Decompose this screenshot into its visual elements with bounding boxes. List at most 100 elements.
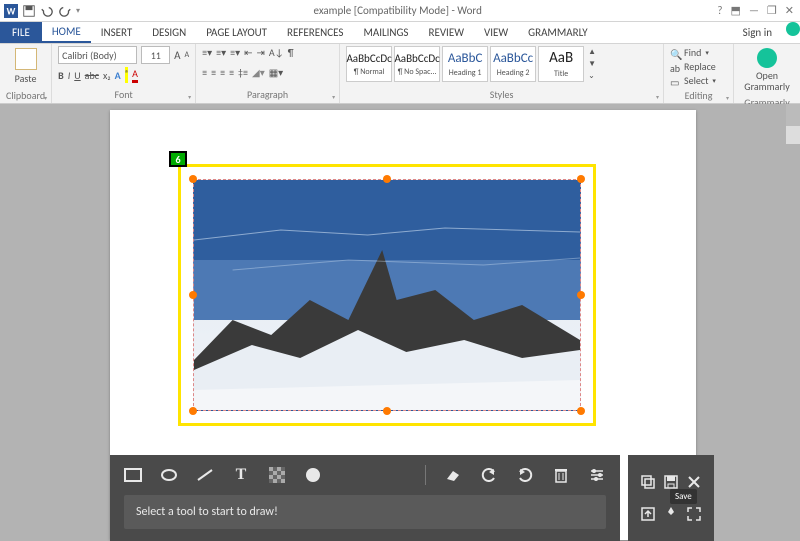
counter-icon[interactable] bbox=[304, 466, 322, 484]
sort-icon[interactable]: A↓ bbox=[269, 46, 284, 59]
save-tooltip: Save bbox=[670, 489, 697, 504]
shading-icon[interactable]: ◢▾ bbox=[252, 66, 265, 79]
ellipse-icon[interactable] bbox=[160, 466, 178, 484]
fullscreen-icon[interactable] bbox=[685, 505, 703, 523]
resize-handle-tm[interactable] bbox=[383, 175, 391, 183]
style-heading2[interactable]: AaBbCcHeading 2 bbox=[490, 46, 536, 82]
vertical-scrollbar[interactable] bbox=[786, 104, 800, 144]
line-spacing-icon[interactable]: ‡≡ bbox=[238, 66, 248, 79]
group-editing: 🔍Find▾ abReplace ▭Select▾ Editing bbox=[664, 44, 734, 103]
paragraph-group-label: Paragraph bbox=[202, 86, 333, 101]
sign-in-link[interactable]: Sign in bbox=[735, 22, 780, 43]
help-icon[interactable]: ? bbox=[717, 4, 722, 17]
selection-counter-badge: 6 bbox=[169, 151, 187, 167]
resize-handle-bm[interactable] bbox=[383, 407, 391, 415]
font-group-label: Font bbox=[58, 86, 189, 101]
resize-handle-br[interactable] bbox=[577, 407, 585, 415]
window-title: example [Compatibility Mode] - Word bbox=[84, 4, 711, 17]
minimize-icon[interactable]: — bbox=[749, 4, 759, 17]
underline-icon[interactable]: U bbox=[74, 69, 80, 82]
align-center-icon[interactable]: ≡ bbox=[211, 66, 216, 79]
borders-icon[interactable]: ▦▾ bbox=[269, 66, 283, 79]
tab-design[interactable]: DESIGN bbox=[142, 22, 196, 43]
style-no-spacing[interactable]: AaBbCcDc¶ No Spac... bbox=[394, 46, 440, 82]
font-name-select[interactable]: Calibri (Body) bbox=[58, 46, 137, 64]
font-color-icon[interactable]: A bbox=[132, 67, 138, 83]
strikethrough-icon[interactable]: abc bbox=[85, 69, 99, 82]
tab-insert[interactable]: INSERT bbox=[91, 22, 143, 43]
pin-icon[interactable] bbox=[662, 505, 680, 523]
styles-gallery[interactable]: AaBbCcDc¶ Normal AaBbCcDc¶ No Spac... Aa… bbox=[346, 46, 657, 82]
tab-page-layout[interactable]: PAGE LAYOUT bbox=[196, 22, 277, 43]
justify-icon[interactable]: ≡ bbox=[229, 66, 234, 79]
styles-scroll-down-icon[interactable]: ▼ bbox=[588, 59, 596, 69]
resize-handle-ml[interactable] bbox=[189, 291, 197, 299]
shrink-font-icon[interactable]: A bbox=[184, 50, 189, 60]
tab-mailings[interactable]: MAILINGS bbox=[353, 22, 418, 43]
grow-font-icon[interactable]: A bbox=[174, 49, 180, 62]
tab-review[interactable]: REVIEW bbox=[418, 22, 474, 43]
increase-indent-icon[interactable]: ⇥ bbox=[257, 46, 265, 59]
rectangle-icon[interactable] bbox=[124, 466, 142, 484]
paste-button[interactable]: Paste bbox=[6, 46, 45, 87]
align-left-icon[interactable]: ≡ bbox=[202, 66, 207, 79]
align-right-icon[interactable]: ≡ bbox=[220, 66, 225, 79]
resize-handle-tr[interactable] bbox=[577, 175, 585, 183]
settings-icon[interactable] bbox=[588, 466, 606, 484]
resize-handle-mr[interactable] bbox=[577, 291, 585, 299]
bullets-icon[interactable]: ≡▾ bbox=[202, 46, 212, 59]
erase-icon[interactable] bbox=[444, 466, 462, 484]
undo-qat-icon[interactable] bbox=[40, 4, 54, 18]
screenshot-selection-frame[interactable]: 6 bbox=[178, 164, 596, 426]
font-size-select[interactable]: 11 bbox=[141, 46, 170, 64]
copy-icon[interactable] bbox=[639, 473, 657, 491]
find-icon: 🔍 bbox=[670, 48, 680, 58]
ribbon-tabs: FILE HOME INSERT DESIGN PAGE LAYOUT REFE… bbox=[0, 22, 800, 44]
upload-icon[interactable] bbox=[639, 505, 657, 523]
numbering-icon[interactable]: ≡▾ bbox=[216, 46, 226, 59]
resize-handle-bl[interactable] bbox=[189, 407, 197, 415]
scrollbar-thumb[interactable] bbox=[786, 104, 800, 126]
ribbon-display-icon[interactable]: ⬒ bbox=[731, 4, 741, 17]
pixelate-icon[interactable] bbox=[268, 466, 286, 484]
bold-icon[interactable]: B bbox=[58, 69, 64, 82]
group-grammarly: Open Grammarly Grammarly bbox=[734, 44, 800, 103]
tab-view[interactable]: VIEW bbox=[474, 22, 518, 43]
highlight-icon[interactable]: ᵃ bbox=[125, 67, 128, 83]
group-font: Calibri (Body) 11 A A B I U abc x₂ A ᵃ A… bbox=[52, 44, 196, 103]
text-effects-icon[interactable]: A bbox=[115, 69, 121, 82]
svg-text:W: W bbox=[7, 5, 16, 17]
multilevel-icon[interactable]: ≡▾ bbox=[230, 46, 240, 59]
styles-more-icon[interactable]: ⌄ bbox=[588, 71, 596, 81]
decrease-indent-icon[interactable]: ⇤ bbox=[244, 46, 252, 59]
redo-icon[interactable] bbox=[516, 466, 534, 484]
restore-icon[interactable]: ❐ bbox=[767, 4, 777, 17]
delete-icon[interactable] bbox=[552, 466, 570, 484]
text-icon[interactable]: T bbox=[232, 466, 250, 484]
selected-image[interactable] bbox=[193, 179, 581, 411]
tab-grammarly[interactable]: GRAMMARLY bbox=[518, 22, 598, 43]
style-normal[interactable]: AaBbCcDc¶ Normal bbox=[346, 46, 392, 82]
undo-icon[interactable] bbox=[480, 466, 498, 484]
replace-button[interactable]: abReplace bbox=[670, 60, 727, 73]
italic-icon[interactable]: I bbox=[68, 69, 71, 82]
find-button[interactable]: 🔍Find▾ bbox=[670, 46, 727, 59]
styles-scroll-up-icon[interactable]: ▲ bbox=[588, 47, 596, 57]
toolbar-divider bbox=[425, 465, 426, 485]
line-icon[interactable] bbox=[196, 466, 214, 484]
open-grammarly-button[interactable]: Open Grammarly bbox=[740, 46, 794, 94]
resize-handle-tl[interactable] bbox=[189, 175, 197, 183]
save-qat-icon[interactable] bbox=[22, 4, 36, 18]
select-button[interactable]: ▭Select▾ bbox=[670, 74, 727, 87]
style-title[interactable]: AaBTitle bbox=[538, 46, 584, 82]
subscript-icon[interactable]: x₂ bbox=[103, 69, 111, 82]
screenshot-side-toolbar: Save bbox=[628, 455, 714, 541]
qat-dropdown-icon[interactable]: ▾ bbox=[76, 6, 80, 16]
close-window-icon[interactable]: ✕ bbox=[785, 4, 794, 17]
tab-home[interactable]: HOME bbox=[42, 22, 91, 43]
show-marks-icon[interactable]: ¶ bbox=[288, 46, 294, 59]
style-heading1[interactable]: AaBbCHeading 1 bbox=[442, 46, 488, 82]
redo-qat-icon[interactable] bbox=[58, 4, 72, 18]
tab-references[interactable]: REFERENCES bbox=[277, 22, 353, 43]
tab-file[interactable]: FILE bbox=[0, 22, 42, 43]
